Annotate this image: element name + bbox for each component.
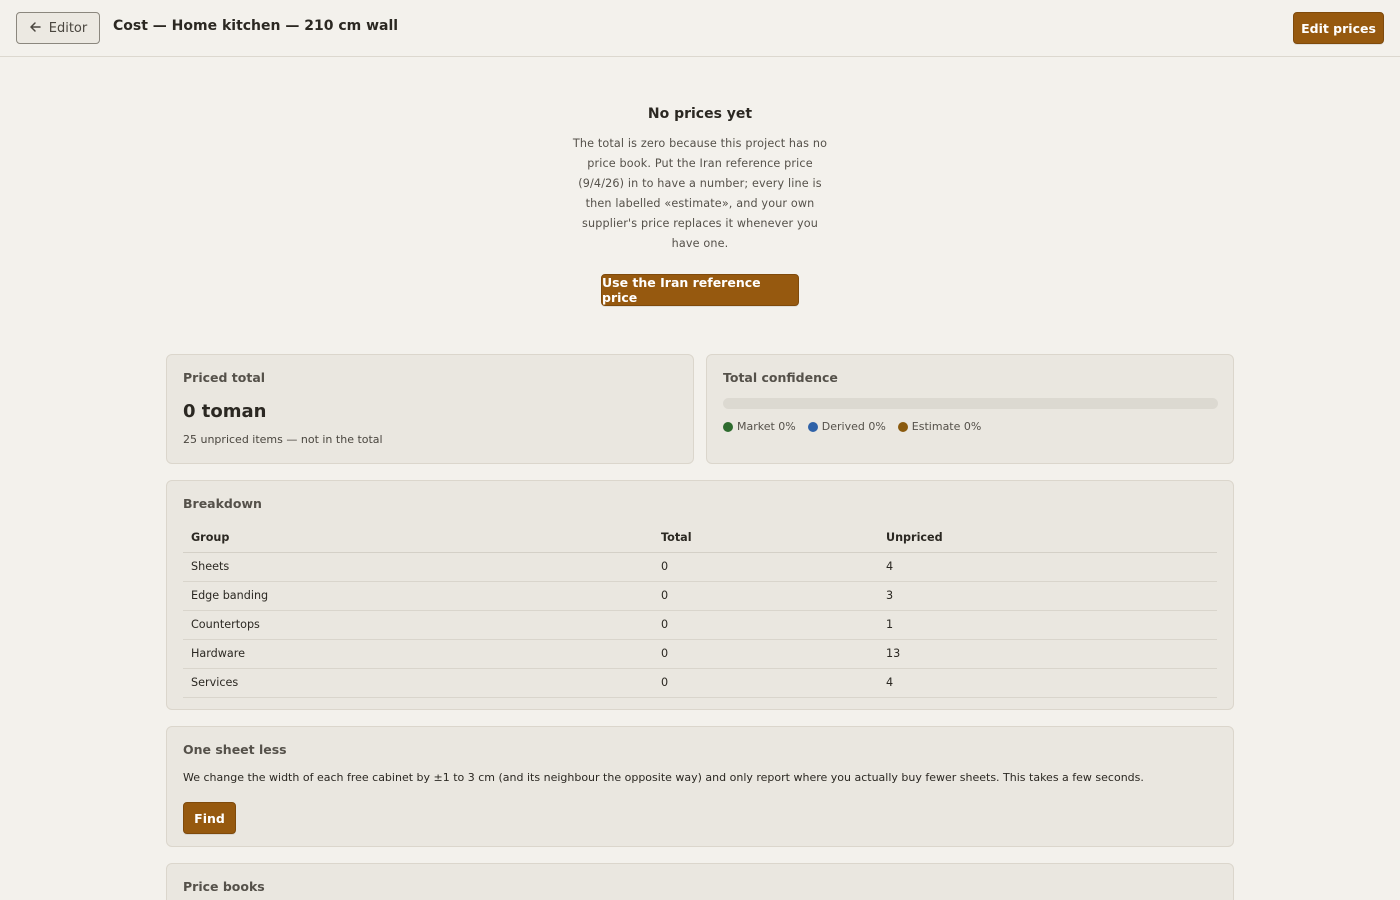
table-header-row: Group Total Unpriced bbox=[183, 523, 1217, 553]
market-dot-icon bbox=[723, 421, 733, 432]
total-cell: 0 bbox=[653, 610, 878, 640]
total-cell: 0 bbox=[653, 581, 878, 611]
total-cell: 0 bbox=[653, 552, 878, 582]
unpriced-cell: 13 bbox=[878, 639, 1217, 669]
group-cell: Edge banding bbox=[183, 581, 653, 611]
column-header-unpriced: Unpriced bbox=[878, 523, 1217, 553]
table-row: Services 0 4 bbox=[183, 668, 1217, 698]
column-header-total: Total bbox=[653, 523, 878, 553]
table-row: Edge banding 0 3 bbox=[183, 581, 1217, 611]
breakdown-table: Group Total Unpriced Sheets 0 4 Edge ban… bbox=[183, 523, 1217, 698]
unpriced-cell: 4 bbox=[878, 668, 1217, 698]
legend-market-label: Market 0% bbox=[737, 420, 796, 433]
unpriced-cell: 4 bbox=[878, 552, 1217, 582]
empty-state-title: No prices yet bbox=[647, 106, 753, 122]
empty-state-description: The total is zero because this project h… bbox=[572, 137, 828, 250]
top-bar: Editor Cost — Home kitchen — 210 cm wall… bbox=[0, 0, 1400, 57]
legend-derived: Derived 0% bbox=[807, 420, 886, 433]
one-sheet-less-label: One sheet less bbox=[183, 742, 287, 757]
priced-total-card: Priced total 0 toman 25 unpriced items —… bbox=[166, 354, 694, 464]
group-cell: Hardware bbox=[183, 639, 653, 669]
group-cell: Services bbox=[183, 668, 653, 698]
confidence-legend: Market 0% Derived 0% Estimate 0% bbox=[723, 420, 981, 433]
arrow-left-icon bbox=[29, 21, 41, 36]
use-reference-price-button[interactable]: Use the Iran reference price bbox=[601, 274, 799, 306]
back-button-label: Editor bbox=[48, 20, 88, 36]
total-cell: 0 bbox=[653, 668, 878, 698]
page-title: Cost — Home kitchen — 210 cm wall bbox=[113, 18, 399, 34]
unpriced-items-note: 25 unpriced items — not in the total bbox=[183, 433, 383, 446]
priced-total-value: 0 toman bbox=[183, 401, 267, 422]
column-header-group: Group bbox=[183, 523, 653, 553]
breakdown-label: Breakdown bbox=[183, 496, 262, 511]
price-books-card: Price books bbox=[166, 863, 1234, 900]
empty-state: No prices yet The total is zero because … bbox=[560, 106, 840, 254]
estimate-dot-icon bbox=[897, 421, 908, 432]
table-row: Hardware 0 13 bbox=[183, 639, 1217, 669]
one-sheet-less-description: We change the width of each free cabinet… bbox=[183, 771, 1144, 784]
one-sheet-less-card: One sheet less We change the width of ea… bbox=[166, 726, 1234, 847]
breakdown-card: Breakdown Group Total Unpriced Sheets 0 … bbox=[166, 480, 1234, 710]
derived-dot-icon bbox=[807, 421, 818, 432]
back-to-editor-button[interactable]: Editor bbox=[16, 12, 100, 44]
total-cell: 0 bbox=[653, 639, 878, 669]
table-row: Countertops 0 1 bbox=[183, 610, 1217, 640]
legend-estimate: Estimate 0% bbox=[897, 420, 982, 433]
unpriced-cell: 3 bbox=[878, 581, 1217, 611]
price-books-label: Price books bbox=[183, 879, 265, 894]
group-cell: Sheets bbox=[183, 552, 653, 582]
find-button[interactable]: Find bbox=[183, 802, 236, 834]
legend-market: Market 0% bbox=[723, 420, 796, 433]
unpriced-cell: 1 bbox=[878, 610, 1217, 640]
total-confidence-label: Total confidence bbox=[723, 370, 838, 385]
edit-prices-button[interactable]: Edit prices bbox=[1293, 12, 1384, 44]
group-cell: Countertops bbox=[183, 610, 653, 640]
confidence-bar bbox=[723, 398, 1218, 409]
total-confidence-card: Total confidence Market 0% Derived 0% Es… bbox=[706, 354, 1234, 464]
table-row: Sheets 0 4 bbox=[183, 552, 1217, 582]
legend-derived-label: Derived 0% bbox=[821, 420, 886, 433]
priced-total-label: Priced total bbox=[183, 370, 266, 385]
legend-estimate-label: Estimate 0% bbox=[911, 420, 982, 433]
